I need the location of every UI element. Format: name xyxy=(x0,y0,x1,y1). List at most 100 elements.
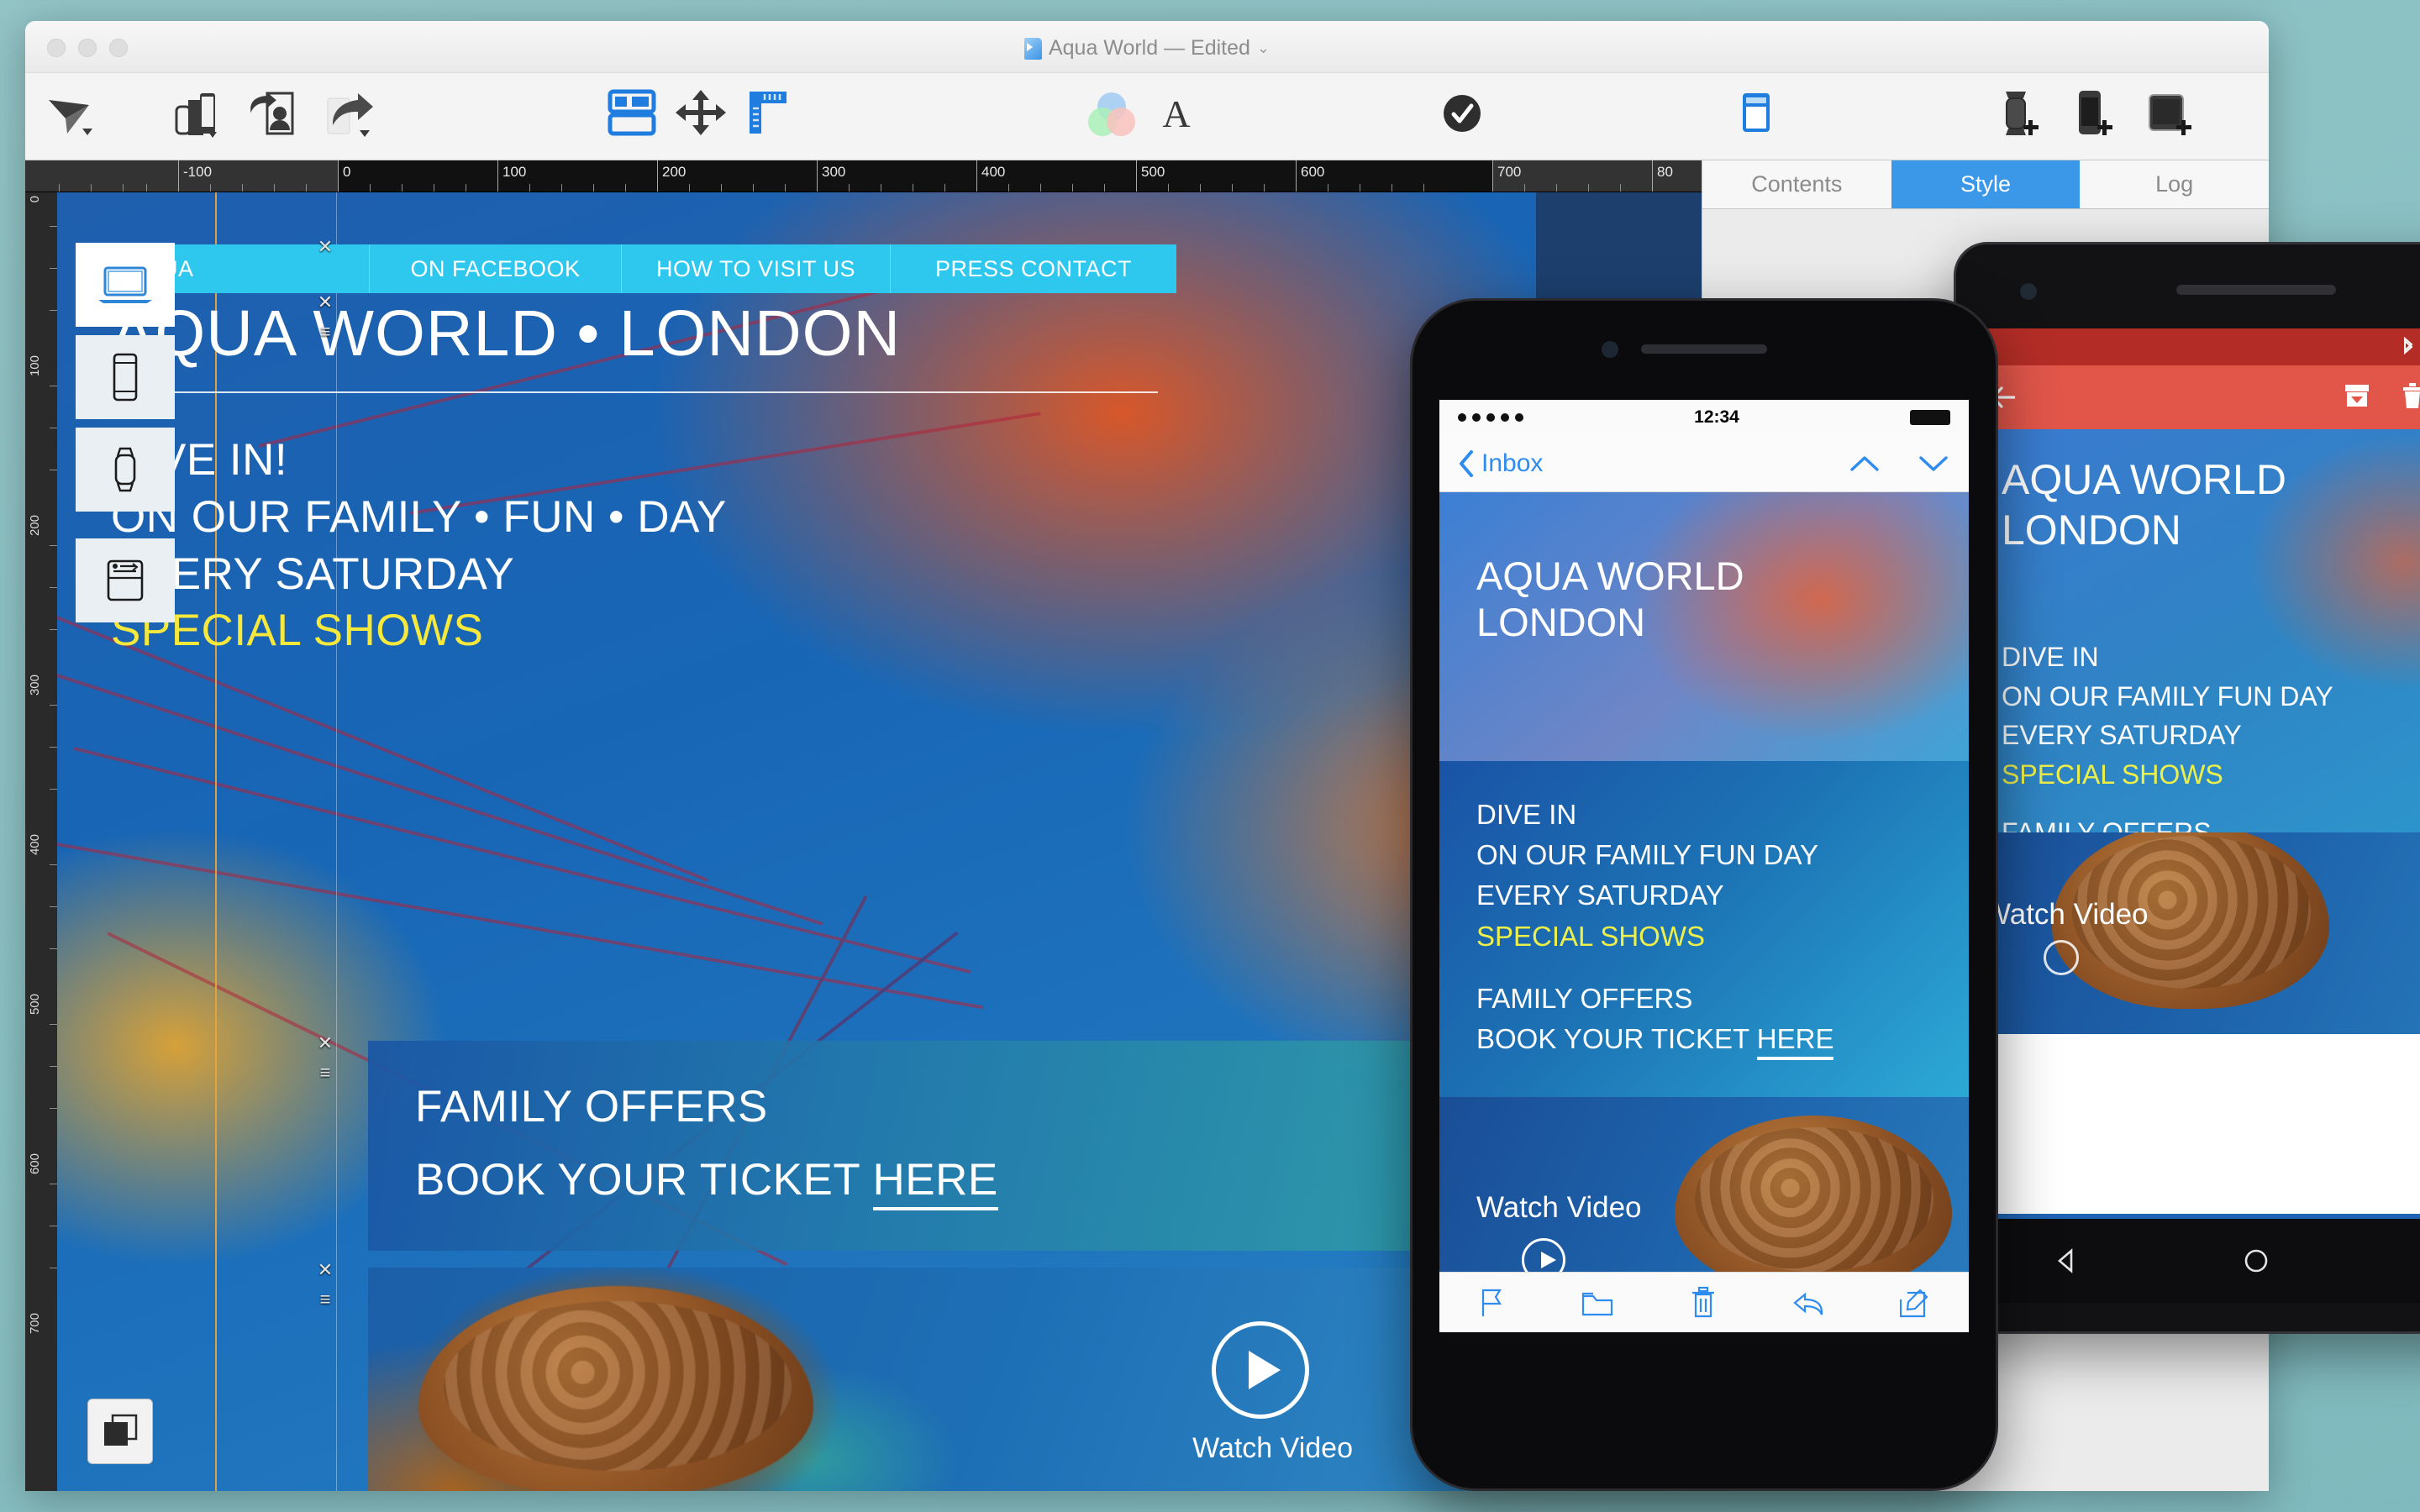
ruler-button[interactable] xyxy=(741,88,792,137)
nav-item-on-facebook[interactable]: ON FACEBOOK xyxy=(370,244,622,293)
forward-button[interactable] xyxy=(321,88,376,139)
inspector-button[interactable] xyxy=(1731,88,1781,139)
sidebar-item-watch[interactable] xyxy=(76,428,175,512)
ruler-label: 0 xyxy=(343,164,351,180)
play-button[interactable] xyxy=(1212,1321,1309,1419)
tab-contents[interactable]: Contents xyxy=(1702,160,1891,208)
sidebar-item-desktop[interactable] xyxy=(76,243,175,327)
android-status-bar: 12:0 xyxy=(1971,328,2420,365)
layout-button[interactable] xyxy=(605,88,659,137)
archive-icon[interactable] xyxy=(2343,381,2371,414)
iphone-hero-line: LONDON xyxy=(1476,600,1646,645)
iphone-device-preview[interactable]: 12:34 Inbox AQUA WORLD LONDON DIVE IN ON… xyxy=(1410,298,1998,1491)
trash-icon[interactable] xyxy=(2400,381,2420,414)
fonts-button[interactable]: A xyxy=(1151,88,1202,139)
ruler-label: 600 xyxy=(28,1153,42,1175)
android-hero-title: AQUA WORLD LONDON xyxy=(2002,454,2286,555)
video-block[interactable]: Watch Video xyxy=(368,1268,1477,1491)
android-play-button[interactable] xyxy=(2044,940,2079,975)
site-navbar[interactable]: AQUA ON FACEBOOK HOW TO VISIT US PRESS C… xyxy=(92,244,1176,293)
selection-handles-offers[interactable]: ✕ ≡ xyxy=(314,1032,336,1084)
email-layout-icon xyxy=(107,559,144,601)
resize-handle-icon[interactable]: ≡ xyxy=(320,1062,331,1084)
iphone-body-line-highlight: SPECIAL SHOWS xyxy=(1476,920,1706,952)
android-body-line: EVERY SATURDAY xyxy=(2002,720,2242,751)
close-icon[interactable]: ✕ xyxy=(318,236,333,258)
iphone-offers-cta-link[interactable]: HERE xyxy=(1756,1022,1834,1060)
hero-headline: AQUA WORLD • LONDON xyxy=(111,297,902,370)
share-contact-button[interactable] xyxy=(245,88,301,139)
send-button[interactable] xyxy=(45,88,99,139)
flag-icon xyxy=(1481,1289,1502,1316)
inbox-back-button[interactable]: Inbox xyxy=(1458,449,1543,478)
nav-item-press-contact[interactable]: PRESS CONTACT xyxy=(891,244,1176,293)
android-device-preview[interactable]: 12:0 AQUA WORLD xyxy=(1954,242,2420,1334)
ruler-label: 300 xyxy=(822,164,846,180)
android-screen[interactable]: 12:0 AQUA WORLD xyxy=(1971,328,2420,1219)
sidebar-item-phone[interactable] xyxy=(76,335,175,419)
add-phone-button[interactable] xyxy=(2065,88,2118,139)
signal-dots-icon xyxy=(1458,413,1523,422)
nav-label: HOW TO VISIT US xyxy=(655,255,856,281)
ruler-label: 100 xyxy=(502,164,527,180)
ruler-label: 600 xyxy=(1301,164,1325,180)
android-hero-line: AQUA WORLD xyxy=(2002,456,2286,503)
trash-icon xyxy=(1691,1286,1714,1317)
back-triangle-icon xyxy=(2058,1248,2073,1273)
sidebar-item-email[interactable] xyxy=(76,538,175,622)
design-page[interactable]: AQUA ON FACEBOOK HOW TO VISIT US PRESS C… xyxy=(57,192,1536,1491)
document-title-group[interactable]: Aqua World — Edited ⌄ xyxy=(25,36,2269,60)
iphone-nav-bar[interactable]: Inbox xyxy=(1439,435,1969,492)
nav-label: ON FACEBOOK xyxy=(410,255,581,281)
hero-subtext: DIVE IN! ON OUR FAMILY • FUN • DAY EVERY… xyxy=(92,432,1176,659)
svg-text:A: A xyxy=(1162,92,1190,135)
device-rail[interactable] xyxy=(76,243,175,631)
ruler-label: -100 xyxy=(183,164,213,180)
close-icon[interactable]: ✕ xyxy=(318,1259,333,1281)
selection-handles-nav[interactable]: ✕ xyxy=(314,236,336,258)
iphone-mail-toolbar[interactable] xyxy=(1439,1272,1969,1332)
android-app-bar[interactable] xyxy=(1971,365,2420,429)
add-tablet-button[interactable] xyxy=(2139,88,2196,139)
reply-icon xyxy=(1792,1292,1823,1315)
hero-text-block[interactable]: AQUA WORLD • LONDON DIVE IN! ON OUR FAMI… xyxy=(92,300,1176,659)
turtle-shell xyxy=(418,1286,813,1491)
resize-handle-icon[interactable]: ≡ xyxy=(320,321,331,343)
folder-icon xyxy=(1582,1292,1613,1315)
check-button[interactable] xyxy=(1437,88,1487,139)
nav-item-how-to-visit-us[interactable]: HOW TO VISIT US xyxy=(622,244,891,293)
close-icon[interactable]: ✕ xyxy=(318,1032,333,1054)
layers-button[interactable] xyxy=(87,1399,153,1464)
watch-icon xyxy=(114,447,136,492)
iphone-camera xyxy=(1602,341,1618,358)
iphone-clock: 12:34 xyxy=(1694,407,1739,427)
page-title: Aqua World — Edited xyxy=(1048,36,1250,60)
tab-log[interactable]: Log xyxy=(2080,160,2269,208)
selection-handles-video[interactable]: ✕ ≡ xyxy=(314,1259,336,1310)
ruler-label: 0 xyxy=(28,196,42,203)
android-video-photo[interactable]: Watch Video xyxy=(1971,832,2420,1034)
offers-cta-link[interactable]: HERE xyxy=(872,1155,998,1210)
android-nav-bar[interactable] xyxy=(1971,1219,2420,1303)
colors-button[interactable] xyxy=(1082,88,1141,139)
android-email-content: AQUA WORLD LONDON DIVE IN ON OUR FAMILY … xyxy=(1971,429,2420,1034)
vertical-ruler[interactable]: 0 100 200 300 400 500 600 700 xyxy=(25,192,57,1491)
tab-style[interactable]: Style xyxy=(1891,160,2081,208)
inspector-tabs[interactable]: Contents Style Log xyxy=(1702,160,2269,209)
devices-button[interactable] xyxy=(170,88,225,139)
chevron-up-icon xyxy=(1850,455,1879,471)
close-icon[interactable]: ✕ xyxy=(318,291,333,313)
iphone-email-body: DIVE IN ON OUR FAMILY FUN DAY EVERY SATU… xyxy=(1439,761,1969,1097)
resize-handle-icon[interactable]: ≡ xyxy=(320,1289,331,1310)
add-watch-button[interactable] xyxy=(1991,88,2044,139)
ruler-label: 500 xyxy=(1141,164,1165,180)
iphone-screen[interactable]: 12:34 Inbox AQUA WORLD LONDON DIVE IN ON… xyxy=(1439,400,1969,1332)
nav-label: PRESS CONTACT xyxy=(934,255,1133,281)
spacing-button[interactable] xyxy=(674,88,728,137)
message-nav-arrows[interactable] xyxy=(1848,453,1950,475)
chevron-down-icon[interactable]: ⌄ xyxy=(1257,39,1270,57)
family-offers-band[interactable]: FAMILY OFFERS BOOK YOUR TICKET HERE xyxy=(368,1041,1477,1251)
ruler-label: 400 xyxy=(981,164,1006,180)
selection-handles-hero[interactable]: ✕ ≡ xyxy=(314,291,336,343)
horizontal-ruler[interactable]: -100 0 100 200 300 400 500 600 700 80 xyxy=(25,160,1702,192)
